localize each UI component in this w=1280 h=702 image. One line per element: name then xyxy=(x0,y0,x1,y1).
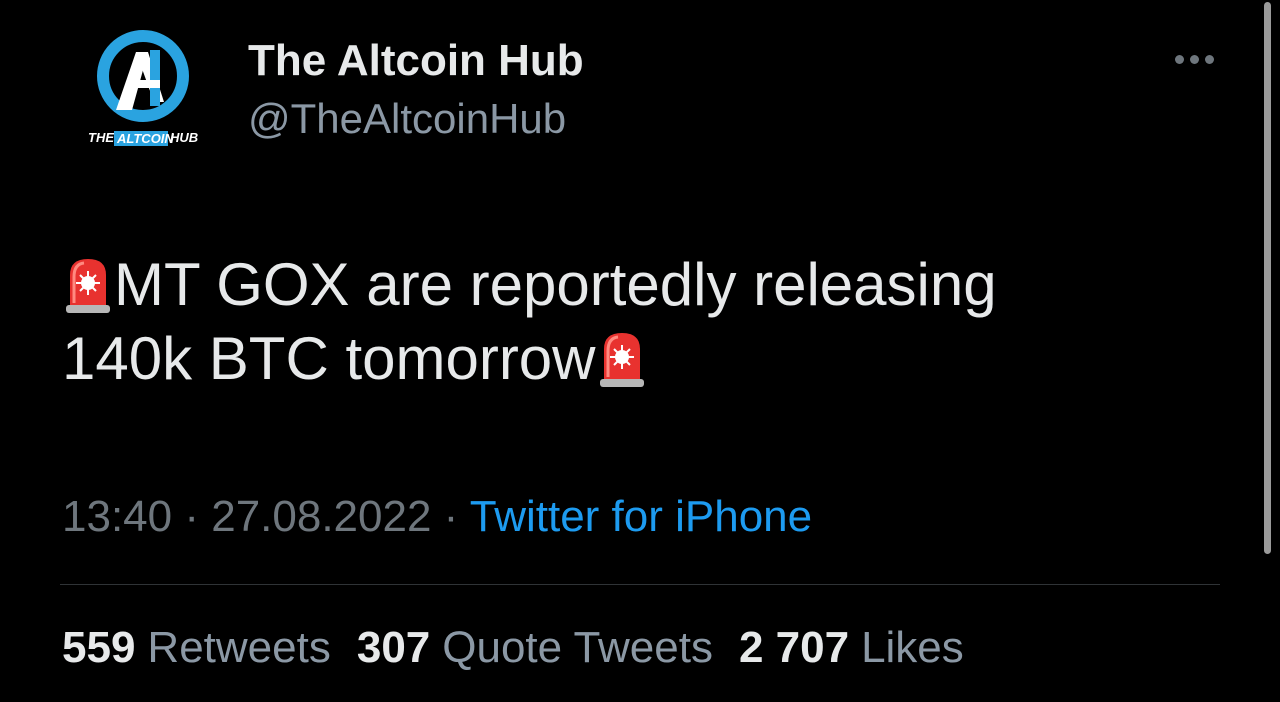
meta-separator: · xyxy=(431,492,470,541)
author-block[interactable]: The Altcoin Hub @TheAltcoinHub xyxy=(248,36,584,144)
altcoin-hub-logo-icon: THE ALTCOIN HUB xyxy=(88,30,198,146)
police-siren-icon xyxy=(596,329,648,389)
retweets-label: Retweets xyxy=(147,623,331,672)
tweet-source-link[interactable]: Twitter for iPhone xyxy=(470,492,812,541)
engagement-stats: 559 Retweets 307 Quote Tweets 2 707 Likes xyxy=(62,622,964,674)
display-name[interactable]: The Altcoin Hub xyxy=(248,36,584,86)
retweets-stat[interactable]: 559 Retweets xyxy=(62,622,331,674)
logo-text-right: HUB xyxy=(170,130,198,145)
meta-separator: · xyxy=(172,492,212,541)
quote-tweets-label: Quote Tweets xyxy=(442,623,713,672)
tweet-line-2: 140k BTC tomorrow xyxy=(62,325,596,392)
avatar[interactable]: THE ALTCOIN HUB xyxy=(86,30,202,158)
tweet-line-1: MT GOX are reportedly releasing xyxy=(114,251,997,318)
more-options-button[interactable] xyxy=(1168,44,1220,74)
police-siren-icon xyxy=(62,255,114,315)
tweet-text: MT GOX are reportedly releasing 140k BTC… xyxy=(62,248,1212,396)
retweets-count: 559 xyxy=(62,623,136,672)
tweet-time[interactable]: 13:40 xyxy=(62,492,172,541)
scrollbar[interactable] xyxy=(1264,2,1271,554)
likes-stat[interactable]: 2 707 Likes xyxy=(739,622,964,674)
handle[interactable]: @TheAltcoinHub xyxy=(248,94,584,144)
tweet-detail: THE ALTCOIN HUB The Altcoin Hub @TheAltc… xyxy=(0,0,1280,702)
quote-tweets-count: 307 xyxy=(356,623,431,672)
logo-text-left: THE xyxy=(88,130,114,145)
tweet-meta: 13:40 · 27.08.2022 · Twitter for iPhone xyxy=(62,492,812,542)
quote-tweets-stat[interactable]: 307 Quote Tweets xyxy=(357,622,713,674)
tweet-date[interactable]: 27.08.2022 xyxy=(211,492,431,541)
likes-count: 2 707 xyxy=(738,623,850,672)
logo-text-highlight: ALTCOIN xyxy=(116,131,174,146)
divider xyxy=(60,584,1220,585)
likes-label: Likes xyxy=(861,623,964,672)
more-horizontal-icon xyxy=(1174,54,1214,64)
